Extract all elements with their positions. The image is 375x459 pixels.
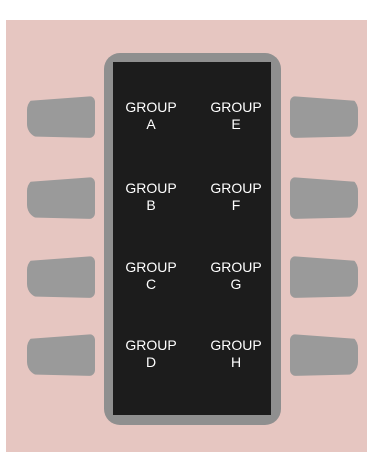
- group-d-label: GROUP D: [116, 337, 186, 371]
- softkey-group-g-button[interactable]: [290, 256, 358, 298]
- softkey-group-h-button[interactable]: [290, 334, 358, 376]
- softkey-group-a-button[interactable]: [27, 96, 95, 138]
- group-e-label-line2: E: [231, 116, 241, 132]
- group-a-label-line1: GROUP: [125, 99, 177, 115]
- softkey-group-c-button[interactable]: [27, 256, 95, 298]
- softkey-group-d-button[interactable]: [27, 334, 95, 376]
- group-d-label-line1: GROUP: [125, 337, 177, 353]
- group-c-label-line2: C: [145, 276, 157, 292]
- softkey-group-f-button[interactable]: [290, 177, 358, 219]
- group-g-label-line1: GROUP: [210, 259, 262, 275]
- group-a-label: GROUP A: [116, 99, 186, 133]
- group-f-label-line2: F: [231, 197, 241, 213]
- group-b-label: GROUP B: [116, 180, 186, 214]
- group-e-label-line1: GROUP: [210, 99, 262, 115]
- group-b-label-line1: GROUP: [125, 180, 177, 196]
- group-c-label-line1: GROUP: [125, 259, 177, 275]
- group-f-label: GROUP F: [201, 180, 271, 214]
- group-h-label-line2: H: [230, 354, 242, 370]
- softkey-group-b-button[interactable]: [27, 177, 95, 219]
- group-g-label: GROUP G: [201, 259, 271, 293]
- group-f-label-line1: GROUP: [210, 180, 262, 196]
- group-h-label-line1: GROUP: [210, 337, 262, 353]
- group-g-label-line2: G: [230, 276, 242, 292]
- group-a-label-line2: A: [146, 116, 156, 132]
- group-d-label-line2: D: [145, 354, 157, 370]
- group-h-label: GROUP H: [201, 337, 271, 371]
- group-c-label: GROUP C: [116, 259, 186, 293]
- group-b-label-line2: B: [146, 197, 156, 213]
- softkey-group-e-button[interactable]: [290, 96, 358, 138]
- group-e-label: GROUP E: [201, 99, 271, 133]
